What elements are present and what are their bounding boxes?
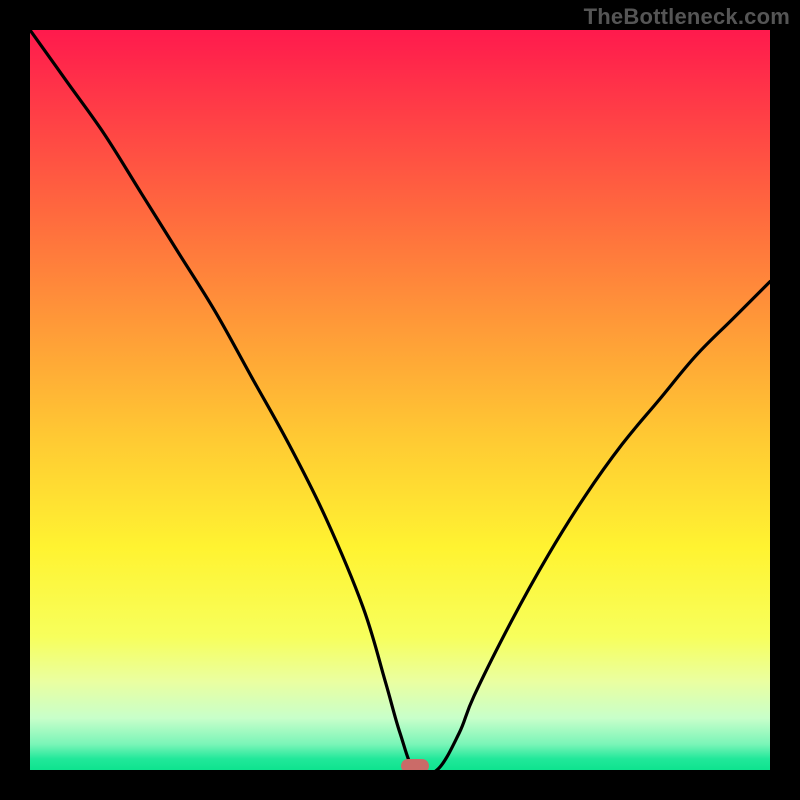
chart-frame: TheBottleneck.com	[0, 0, 800, 800]
bottleneck-curve	[30, 30, 770, 770]
plot-area	[30, 30, 770, 770]
optimal-point-marker	[401, 759, 429, 770]
watermark-text: TheBottleneck.com	[584, 4, 790, 30]
